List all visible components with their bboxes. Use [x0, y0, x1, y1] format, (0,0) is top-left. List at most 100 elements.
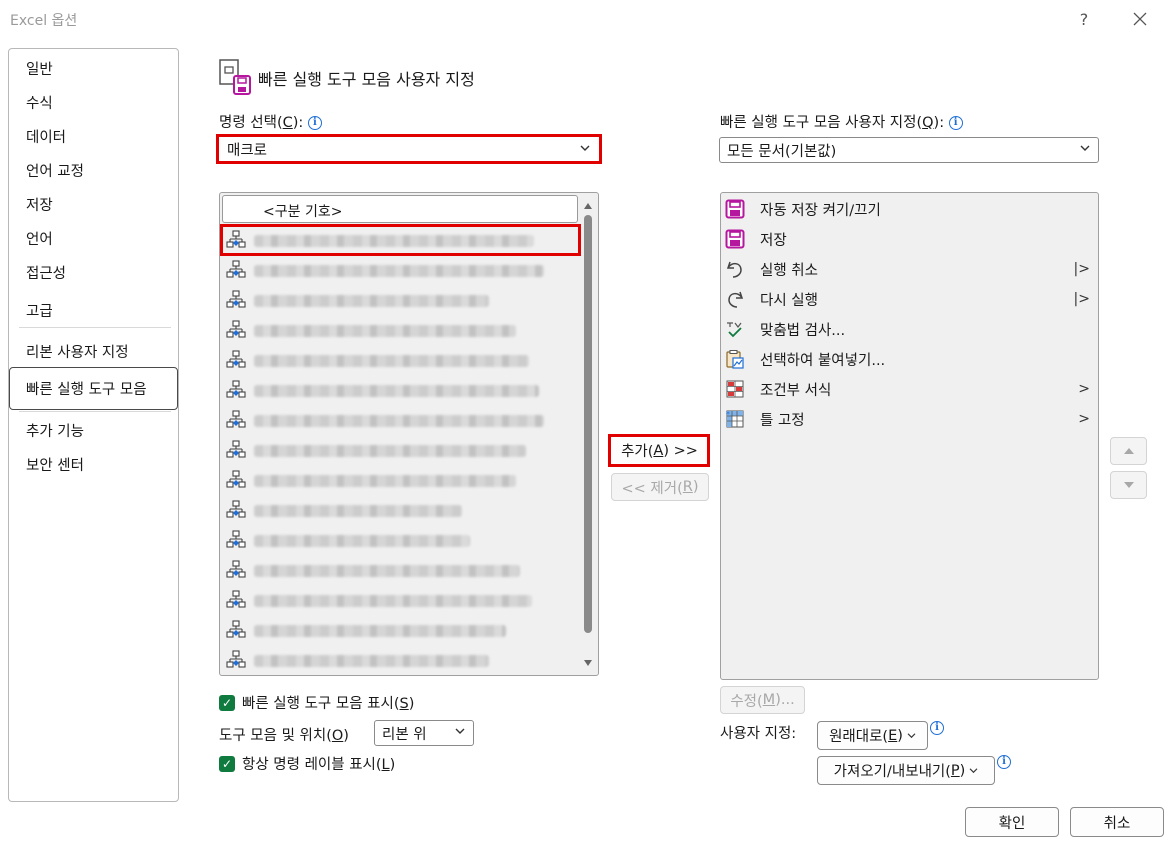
redacted-macro-name	[254, 415, 544, 427]
choose-commands-dropdown[interactable]: 매크로	[219, 137, 599, 161]
macro-icon	[226, 380, 246, 400]
checkbox-checked-icon[interactable]: ✓	[219, 755, 235, 772]
undo-icon	[724, 258, 746, 280]
sidebar-item-data[interactable]: 데이터	[26, 126, 66, 147]
qat-item-freeze-panes[interactable]: * 틀 고정 >	[724, 404, 1098, 434]
conditional-format-icon	[724, 378, 746, 400]
sidebar-divider	[19, 411, 171, 412]
sidebar: 일반 수식 데이터 언어 교정 저장 언어 접근성 고급 리본 사용자 지정 빠…	[8, 48, 179, 802]
macro-item[interactable]	[224, 615, 582, 645]
modify-button[interactable]: 수정(M)...	[720, 686, 805, 714]
page-title: 빠른 실행 도구 모음 사용자 지정	[258, 70, 475, 89]
macro-icon	[226, 500, 246, 520]
sidebar-item-general[interactable]: 일반	[26, 58, 53, 79]
macro-icon	[226, 260, 246, 280]
customizations-label: 사용자 지정:	[720, 726, 797, 742]
customize-qat-dropdown[interactable]: 모든 문서(기본값)	[719, 137, 1099, 163]
redacted-macro-name	[254, 295, 489, 307]
toolbar-position-dropdown[interactable]: 리본 위	[374, 720, 474, 746]
cancel-button[interactable]: 취소	[1070, 807, 1164, 837]
commands-list[interactable]: <구분 기호>	[219, 192, 599, 676]
sidebar-item-accessibility[interactable]: 접근성	[26, 262, 66, 283]
macro-item[interactable]	[224, 315, 582, 345]
macro-item[interactable]	[224, 375, 582, 405]
macro-item[interactable]	[224, 465, 582, 495]
redacted-macro-name	[254, 385, 539, 397]
always-show-labels-option[interactable]: ✓ 항상 명령 레이블 표시(L)	[219, 753, 395, 774]
info-icon[interactable]: i	[948, 116, 963, 130]
sidebar-item-quick-access-toolbar[interactable]: 빠른 실행 도구 모음	[26, 378, 147, 399]
redo-icon	[724, 288, 746, 310]
checkbox-checked-icon[interactable]: ✓	[219, 694, 235, 711]
redacted-macro-name	[254, 505, 462, 517]
triangle-up-icon	[1123, 448, 1134, 454]
sidebar-item-customize-ribbon[interactable]: 리본 사용자 지정	[26, 341, 129, 362]
svg-text:*: *	[726, 410, 730, 419]
redacted-macro-name	[254, 265, 544, 277]
freeze-panes-icon: *	[724, 408, 746, 430]
redacted-macro-name	[254, 325, 516, 337]
remove-button[interactable]: << 제거(R)	[611, 473, 709, 501]
ok-button[interactable]: 확인	[965, 807, 1059, 837]
window-title: Excel 옵션	[10, 13, 78, 29]
close-button[interactable]	[1125, 6, 1155, 32]
sidebar-item-add-ins[interactable]: 추가 기능	[26, 420, 84, 441]
redacted-macro-name	[254, 475, 516, 487]
qat-commands-list[interactable]: 자동 저장 켜기/끄기 저장 실행 취소 |> 다시 실행 |> 맞춤법 검사.…	[720, 192, 1099, 680]
show-toolbar-option[interactable]: ✓ 빠른 실행 도구 모음 표시(S)	[219, 692, 414, 713]
macro-item[interactable]	[224, 585, 582, 615]
qat-item-spelling[interactable]: 맞춤법 검사...	[724, 314, 1098, 344]
macro-icon	[226, 410, 246, 430]
move-up-button[interactable]	[1110, 437, 1147, 465]
macro-icon	[226, 320, 246, 340]
separator-item[interactable]: <구분 기호>	[222, 195, 578, 223]
macro-icon	[226, 560, 246, 580]
chevron-down-icon	[907, 733, 916, 739]
qat-item-paste-special[interactable]: 선택하여 붙여넣기...	[724, 344, 1098, 374]
info-icon[interactable]: i	[930, 721, 944, 735]
redacted-macro-name	[254, 565, 520, 577]
commands-scrollbar[interactable]	[582, 197, 594, 671]
macro-item[interactable]	[224, 255, 582, 285]
help-button[interactable]: ?	[1069, 6, 1099, 32]
sidebar-item-save[interactable]: 저장	[26, 194, 53, 215]
macro-icon	[226, 530, 246, 550]
qat-item-autosave[interactable]: 자동 저장 켜기/끄기	[724, 194, 1098, 224]
highlight-selected-macro	[220, 224, 581, 256]
sidebar-item-trust-center[interactable]: 보안 센터	[26, 454, 84, 475]
sidebar-item-formulas[interactable]: 수식	[26, 92, 53, 113]
qat-item-undo[interactable]: 실행 취소 |>	[724, 254, 1098, 284]
submenu-arrow-icon: >	[1078, 381, 1090, 397]
qat-item-conditional-formatting[interactable]: 조건부 서식 >	[724, 374, 1098, 404]
sidebar-divider	[19, 327, 171, 328]
macro-item[interactable]	[224, 405, 582, 435]
qat-item-save[interactable]: 저장	[724, 224, 1098, 254]
save-purple-icon	[724, 198, 746, 220]
macro-icon	[226, 620, 246, 640]
macro-item[interactable]	[224, 285, 582, 315]
sidebar-item-proofing[interactable]: 언어 교정	[26, 160, 84, 181]
sidebar-item-language[interactable]: 언어	[26, 228, 53, 249]
submenu-arrow-icon: |>	[1073, 291, 1090, 307]
submenu-arrow-icon: >	[1078, 411, 1090, 427]
redacted-macro-name	[254, 445, 526, 457]
macro-item[interactable]	[224, 435, 582, 465]
macro-icon	[226, 650, 246, 670]
redacted-macro-name	[254, 535, 470, 547]
redacted-macro-name	[254, 355, 529, 367]
macro-item[interactable]	[224, 495, 582, 525]
macro-item[interactable]	[224, 555, 582, 585]
info-icon[interactable]: i	[997, 755, 1011, 769]
chevron-down-icon	[1080, 144, 1090, 155]
import-export-button[interactable]: 가져오기/내보내기(P)	[817, 756, 995, 785]
reset-dropdown-button[interactable]: 원래대로(E)	[817, 721, 928, 750]
qat-item-redo[interactable]: 다시 실행 |>	[724, 284, 1098, 314]
move-down-button[interactable]	[1110, 471, 1147, 499]
sidebar-item-advanced[interactable]: 고급	[26, 300, 53, 321]
submenu-arrow-icon: |>	[1073, 261, 1090, 277]
info-icon[interactable]: i	[307, 116, 322, 130]
macro-item[interactable]	[224, 525, 582, 555]
add-button[interactable]: 추가(A) >>	[612, 437, 707, 464]
macro-item[interactable]	[224, 345, 582, 375]
macro-item[interactable]	[224, 645, 582, 675]
